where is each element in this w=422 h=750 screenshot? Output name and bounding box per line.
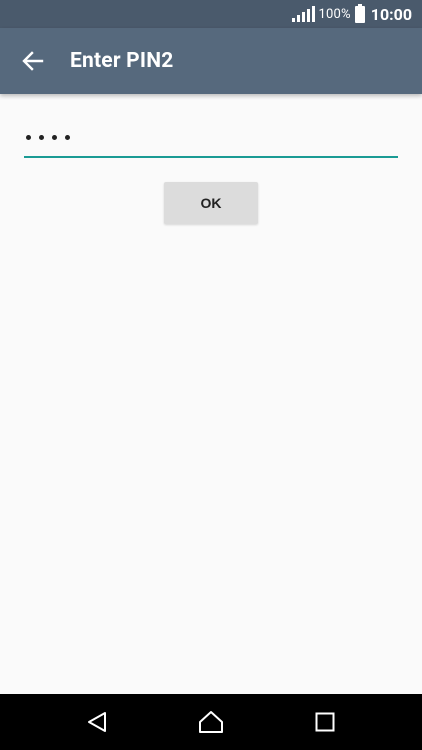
ok-button[interactable]: OK [164, 182, 258, 224]
clock: 10:00 [370, 4, 412, 24]
page-title: Enter PIN2 [70, 49, 174, 73]
pin-masked-value [26, 134, 70, 140]
battery-percent: 100% [318, 6, 351, 22]
nav-home-icon[interactable] [191, 702, 231, 742]
pin-input[interactable] [24, 122, 398, 158]
signal-icon [291, 6, 315, 22]
navigation-bar [0, 694, 422, 750]
nav-recents-icon[interactable] [305, 702, 345, 742]
app-bar: Enter PIN2 [0, 28, 422, 94]
back-arrow-icon[interactable] [0, 28, 66, 94]
nav-back-icon[interactable] [77, 702, 117, 742]
status-bar: 100% 10:00 [0, 0, 422, 28]
battery-icon [354, 3, 365, 23]
